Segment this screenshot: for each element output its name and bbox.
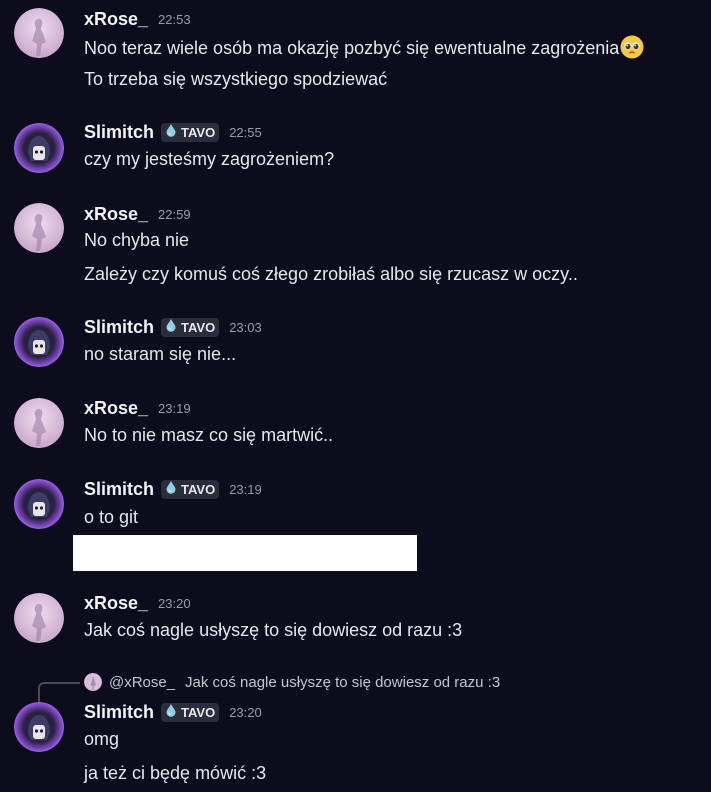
pleading-face-icon	[620, 35, 644, 59]
clan-tag-label: TAVO	[181, 705, 216, 720]
message-text: No chyba nie	[84, 230, 190, 250]
droplet-icon	[164, 123, 178, 142]
reply-spine	[38, 682, 80, 704]
username[interactable]: Slimitch	[84, 317, 154, 338]
username[interactable]: xRose_	[84, 593, 148, 614]
droplet-icon	[164, 318, 178, 337]
clan-tag[interactable]: TAVO	[161, 480, 220, 499]
message-text: Jak coś nagle usłyszę to się dowiesz od …	[84, 620, 463, 640]
reply-text[interactable]: Jak coś nagle usłyszę to się dowiesz od …	[185, 674, 500, 691]
timestamp: 23:19	[229, 482, 262, 497]
username[interactable]: Slimitch	[84, 479, 154, 500]
timestamp: 23:20	[229, 705, 262, 720]
avatar[interactable]	[14, 8, 64, 58]
message-text: To trzeba się wszystkiego spodziewać	[84, 69, 388, 89]
message-text: Noo teraz wiele osób ma okazję pozbyć si…	[84, 35, 644, 59]
timestamp: 22:59	[158, 207, 191, 222]
redacted-block	[73, 535, 417, 571]
message-text: ja też ci będę mówić :3	[84, 763, 267, 783]
droplet-icon	[164, 703, 178, 722]
username[interactable]: xRose_	[84, 398, 148, 419]
clan-tag[interactable]: TAVO	[161, 703, 220, 722]
avatar[interactable]	[14, 702, 64, 752]
avatar[interactable]	[14, 479, 64, 529]
clan-tag[interactable]: TAVO	[161, 318, 220, 337]
timestamp: 23:03	[229, 320, 262, 335]
timestamp: 22:55	[229, 125, 262, 140]
reply-preview[interactable]: @xRose_ Jak coś nagle usłyszę to się dow…	[38, 672, 698, 704]
droplet-icon	[164, 480, 178, 499]
avatar[interactable]	[14, 398, 64, 448]
reply-username[interactable]: @xRose_	[109, 674, 175, 691]
avatar[interactable]	[14, 203, 64, 253]
avatar[interactable]	[14, 123, 64, 173]
username[interactable]: xRose_	[84, 9, 148, 30]
timestamp: 23:19	[158, 401, 191, 416]
clan-tag[interactable]: TAVO	[161, 123, 220, 142]
avatar[interactable]	[14, 593, 64, 643]
clan-tag-label: TAVO	[181, 482, 216, 497]
username[interactable]: xRose_	[84, 204, 148, 225]
message-text: Zależy czy komuś coś złego zrobiłaś albo…	[84, 264, 578, 284]
username[interactable]: Slimitch	[84, 702, 154, 723]
message-text: no staram się nie...	[84, 344, 237, 364]
message-text: No to nie masz co się martwić..	[84, 425, 334, 445]
username[interactable]: Slimitch	[84, 122, 154, 143]
message-text: o to git	[84, 507, 139, 527]
message-text: czy my jesteśmy zagrożeniem?	[84, 149, 335, 169]
timestamp: 23:20	[158, 596, 191, 611]
reply-avatar	[84, 673, 102, 691]
clan-tag-label: TAVO	[181, 320, 216, 335]
timestamp: 22:53	[158, 12, 191, 27]
avatar[interactable]	[14, 317, 64, 367]
clan-tag-label: TAVO	[181, 125, 216, 140]
message-text: omg	[84, 729, 120, 749]
